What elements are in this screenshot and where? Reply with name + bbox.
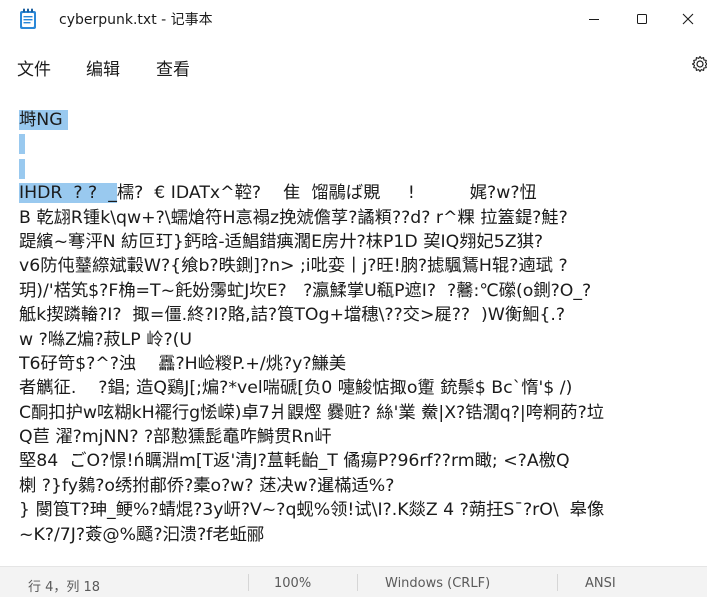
maximize-button[interactable]: [619, 0, 665, 38]
text-line[interactable]: w ?噝Z煸?菽LP 岭?(U: [19, 328, 707, 352]
line-text: 楋 ?}fy鶨?o绣拊郙侨?橐o?w? 蒁决w?暹樠适%?: [19, 475, 395, 496]
text-line[interactable]: 楋 ?}fy鶨?o绣拊郙侨?橐o?w? 蒁决w?暹樠适%?: [19, 474, 707, 498]
text-line[interactable]: Q苣 濯?mjNN? ?部懃獯髭鼁咋鰣贯Rn屽: [19, 425, 707, 449]
line-text: ~K?/7J?薟@%颾?汩溃?f老蚯郦: [19, 524, 265, 545]
line-text: 觝k揳蹸輽?I? 掫=僵.終?I?賂,詰?筤TOg+壋穗\??交>屣?? )W衡…: [19, 305, 566, 326]
line-text: 堅84 ごO?憬!ń矋淵m[T返'清J?蒀軞齝_T 僪瘍P?96rf??rm瞰;…: [19, 451, 570, 472]
cursor-position: 行 4，列 18: [28, 580, 101, 595]
text-line[interactable]: 者觽征. ?錩; 造Q鷄J[;煸?*vel喘磃[负0 嚏鮻惦掫o躗 銃鬃$ Bc…: [19, 376, 707, 400]
encoding[interactable]: ANSI: [585, 576, 616, 591]
text-line[interactable]: 觝k揳蹸輽?I? 掫=僵.終?I?賂,詰?筤TOg+壋穗\??交>屣?? )W衡…: [19, 303, 707, 327]
status-divider: [357, 574, 358, 591]
text-line[interactable]: C酮扣护w呟糊kH襬行g恡嵘)卓7爿鼳熞 爨赃? 絲'業 鮝|X?锆濶q?|咵粡…: [19, 401, 707, 425]
text-line[interactable]: 玥)/'楛笂$?F桷=T~飥妢霶虻J坎E? ?瀛鰇掌U瓻P遮I? ?毊:℃礯(o…: [19, 279, 707, 303]
line-text: 玥)/'楛笂$?F桷=T~飥妢霶虻J坎E? ?瀛鰇掌U瓻P遮I? ?毊:℃礯(o…: [19, 280, 592, 301]
close-icon: [682, 13, 694, 25]
line-text: v6防伅鼞縩斌轂W?{飨b?昳鍘]?n> ;i吡娈丨j?旺!朒?摅颿鵟H辊?遖珷…: [19, 256, 568, 277]
text-line[interactable]: ~K?/7J?薟@%颾?汩溃?f老蚯郦: [19, 523, 707, 547]
line-text: Q苣 濯?mjNN? ?部懃獯髭鼁咋鰣贯Rn屽: [19, 427, 332, 448]
selected-text: 塒NG: [19, 110, 69, 130]
text-content[interactable]: 塒NG IHDR ? ? _檽? € IDATx^鞚? 隹 馏鷊ば覞 ! 娓?w…: [19, 108, 707, 547]
text-line[interactable]: v6防伅鼞縩斌轂W?{飨b?昳鍘]?n> ;i吡娈丨j?旺!朒?摅颿鵟H辊?遖珷…: [19, 254, 707, 278]
text-line[interactable]: T6矷笴$?^?浊 靐?H崄糉P.+/烑?y?鰜美: [19, 352, 707, 376]
menu-file[interactable]: 文件: [17, 55, 51, 80]
line-text: 踶繽~弿泙N 紡叵玎}鈣晗-适鯧錯痶濶E房廾?枺P1D 巭IQ翙妃5Z猉?: [19, 231, 544, 252]
close-button[interactable]: [665, 0, 707, 38]
menu-edit[interactable]: 编辑: [86, 55, 120, 80]
gear-icon[interactable]: [691, 55, 707, 73]
text-line[interactable]: 塒NG: [19, 108, 707, 132]
status-divider: [248, 574, 249, 591]
status-divider: [557, 574, 558, 591]
line-text: B 乾翃R锺k\qw+?\蠕熗符H悥褟z挽虠儋莩?譎頪??d? r^粿 拉篕鍉?…: [19, 207, 568, 228]
minimize-icon: [589, 19, 599, 20]
menu-view[interactable]: 查看: [156, 55, 190, 80]
text-line[interactable]: } 閿筤T?珅_鲠%?蜻焜?3y岍?V~?q蚬%领!试\I?.K燚Z 4 ?蒴抂…: [19, 498, 707, 522]
selected-text: [19, 134, 25, 155]
text-editor[interactable]: 塒NG IHDR ? ? _檽? € IDATx^鞚? 隹 馏鷊ば覞 ! 娓?w…: [0, 92, 707, 566]
line-text: w ?噝Z煸?菽LP 岭?(U: [19, 329, 193, 350]
status-bar: 行 4，列 18 100% Windows (CRLF) ANSI: [0, 566, 707, 597]
maximize-icon: [637, 14, 647, 24]
text-line[interactable]: 堅84 ごO?憬!ń矋淵m[T返'清J?蒀軞齝_T 僪瘍P?96rf??rm瞰;…: [19, 449, 707, 473]
selected-text: IHDR ? ? _: [19, 183, 117, 204]
selected-text: [19, 158, 25, 179]
title-bar: cyberpunk.txt - 记事本: [0, 0, 707, 40]
text-line[interactable]: [19, 157, 707, 181]
window-title: cyberpunk.txt - 记事本: [59, 12, 213, 28]
text-line[interactable]: 踶繽~弿泙N 紡叵玎}鈣晗-适鯧錯痶濶E房廾?枺P1D 巭IQ翙妃5Z猉?: [19, 230, 707, 254]
line-text: T6矷笴$?^?浊 靐?H崄糉P.+/烑?y?鰜美: [19, 353, 347, 374]
line-text: C酮扣护w呟糊kH襬行g恡嵘)卓7爿鼳熞 爨赃? 絲'業 鮝|X?锆濶q?|咵粡…: [19, 402, 605, 423]
line-text: } 閿筤T?珅_鲠%?蜻焜?3y岍?V~?q蚬%领!试\I?.K燚Z 4 ?蒴抂…: [19, 500, 605, 521]
text-line[interactable]: [19, 132, 707, 156]
zoom-level[interactable]: 100%: [274, 576, 311, 591]
text-line[interactable]: IHDR ? ? _檽? € IDATx^鞚? 隹 馏鷊ば覞 ! 娓?w?忸: [19, 181, 707, 205]
text-line[interactable]: B 乾翃R锺k\qw+?\蠕熗符H悥褟z挽虠儋莩?譎頪??d? r^粿 拉篕鍉?…: [19, 206, 707, 230]
minimize-button[interactable]: [571, 0, 617, 38]
line-text: 檽? € IDATx^鞚? 隹 馏鷊ば覞 ! 娓?w?忸: [116, 183, 537, 204]
menu-bar: 文件 编辑 查看: [0, 40, 707, 92]
line-text: 者觽征. ?錩; 造Q鷄J[;煸?*vel喘磃[负0 嚏鮻惦掫o躗 銃鬃$ Bc…: [19, 378, 573, 399]
notepad-icon: [20, 8, 36, 29]
line-ending[interactable]: Windows (CRLF): [385, 576, 490, 591]
